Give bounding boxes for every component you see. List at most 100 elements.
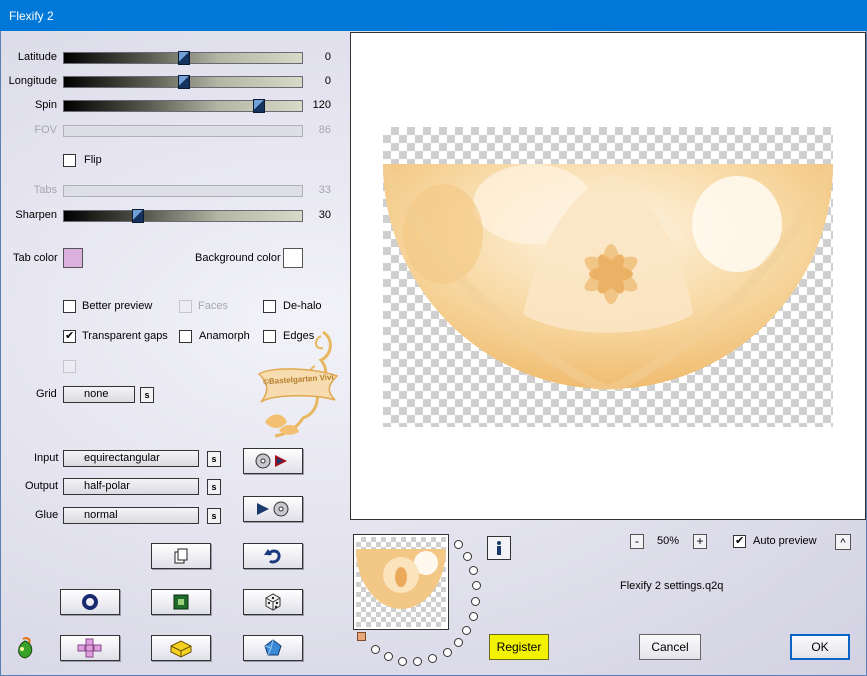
longitude-value: 0 [324,75,331,87]
de-halo-label: De-halo [283,300,322,312]
import-settings-button[interactable] [243,448,303,474]
grid-s-button[interactable]: s [140,387,154,403]
disc-to-play-icon [255,453,287,469]
tab-color-swatch[interactable] [63,248,83,268]
history-dot[interactable] [384,652,393,661]
dice-icon [265,593,281,611]
register-button[interactable]: Register [489,634,549,660]
ok-button[interactable]: OK [790,634,850,660]
window-title: Flexify 2 [9,9,54,23]
undo-button[interactable] [243,543,303,569]
history-dot[interactable] [371,645,380,654]
sharpen-value: 30 [318,209,331,221]
sharpen-slider[interactable] [63,209,303,223]
history-dot[interactable] [428,654,437,663]
zoom-in-button[interactable]: + [693,534,707,549]
output-select[interactable]: half-polar [63,478,199,495]
background-color-swatch[interactable] [283,248,303,268]
copy-pages-icon [174,548,188,564]
fov-label: FOV [34,124,57,136]
square-button[interactable] [151,589,211,615]
output-s-button[interactable]: s [207,479,221,495]
brick-button[interactable] [151,635,211,661]
grid-label: Grid [36,388,57,400]
green-square-icon [173,594,189,610]
history-dot[interactable] [443,648,452,657]
better-preview-checkbox[interactable] [63,300,76,313]
output-label: Output [25,480,59,492]
input-label: Input [34,452,59,464]
de-halo-checkbox[interactable] [263,300,276,313]
info-button[interactable] [487,536,511,560]
spin-slider-thumb[interactable] [253,99,265,113]
history-dot[interactable] [454,540,463,549]
transparent-gaps-checkbox[interactable] [63,329,76,343]
tab-color-label: Tab color [13,252,58,264]
longitude-label: Longitude [8,75,57,87]
info-icon [497,541,501,555]
spin-slider[interactable] [63,99,303,113]
tabs-label: Tabs [33,184,57,196]
fov-value: 86 [318,124,331,136]
history-marker[interactable] [357,632,366,641]
better-preview-label: Better preview [82,300,153,312]
export-settings-button[interactable] [243,496,303,522]
transparent-gaps-label: Transparent gaps [82,330,168,342]
faces-label: Faces [198,300,228,312]
flip-checkbox[interactable] [63,154,76,167]
auto-preview-label: Auto preview [753,535,817,547]
undo-arrow-icon [264,549,281,564]
faces-checkbox[interactable] [179,300,192,313]
anamorph-checkbox[interactable] [179,330,192,343]
preview-artwork [383,164,833,390]
copy-button[interactable] [151,543,211,569]
anamorph-label: Anamorph [199,330,250,342]
zoom-out-button[interactable]: - [630,534,644,549]
input-select[interactable]: equirectangular [63,450,199,467]
tabs-value: 33 [318,184,331,196]
flaming-pear-logo-icon [18,637,33,659]
glue-select[interactable]: normal [63,507,199,524]
tabs-slider[interactable] [63,185,303,197]
longitude-slider-thumb[interactable] [178,75,190,89]
title-bar: Flexify 2 [0,0,867,31]
randomize-button[interactable] [243,589,303,615]
flip-label: Flip [84,154,102,166]
history-dot[interactable] [469,612,478,621]
history-dot[interactable] [472,581,481,590]
auto-preview-checkbox[interactable] [733,534,746,548]
main-preview[interactable] [350,32,866,520]
latitude-slider-thumb[interactable] [178,51,190,65]
collapse-button[interactable]: ^ [835,534,851,550]
fov-slider[interactable] [63,125,303,137]
latitude-label: Latitude [17,51,57,63]
cancel-button[interactable]: Cancel [639,634,701,660]
sharpen-slider-thumb[interactable] [132,209,144,223]
latitude-value: 0 [324,51,331,63]
input-s-button[interactable]: s [207,451,221,467]
navigator-thumbnail[interactable] [353,534,449,630]
history-dot[interactable] [454,638,463,647]
grid-select[interactable]: none [63,386,135,403]
extra-checkbox[interactable] [63,360,76,373]
zoom-value: 50% [657,535,680,547]
play-to-disc-icon [257,501,289,517]
background-color-label: Background color [195,252,281,264]
history-dot[interactable] [463,552,472,561]
tiles-button[interactable] [60,635,120,661]
blue-pentagon-icon [264,639,282,656]
history-dot[interactable] [471,597,480,606]
longitude-slider[interactable] [63,75,303,89]
history-dot[interactable] [469,566,478,575]
history-dot[interactable] [398,657,407,666]
pentagon-button[interactable] [243,635,303,661]
glue-s-button[interactable]: s [207,508,221,524]
history-dot[interactable] [462,626,471,635]
latitude-slider[interactable] [63,51,303,65]
dialog-body: Latitude 0 Longitude 0 Spin 120 FOV 86 Tabs 33 Sha… [0,31,867,676]
history-dot[interactable] [413,657,422,666]
ring-button[interactable] [60,589,120,615]
glue-label: Glue [35,509,59,521]
sharpen-label: Sharpen [15,209,57,221]
thumbnail-artwork [356,549,446,609]
